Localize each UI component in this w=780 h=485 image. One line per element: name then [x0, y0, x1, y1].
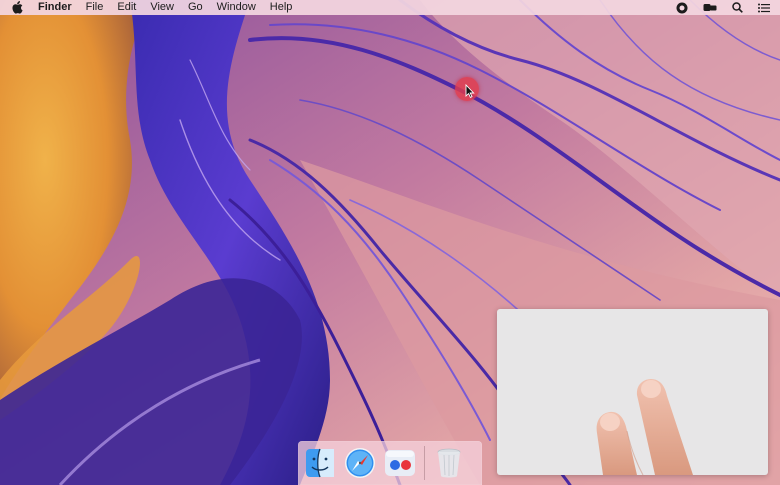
dock-trash[interactable]: [433, 447, 465, 479]
display-mirror-icon[interactable]: [703, 3, 717, 13]
menu-help[interactable]: Help: [270, 0, 293, 15]
menu-file[interactable]: File: [86, 0, 104, 15]
dock: [298, 441, 482, 485]
trash-icon: [437, 448, 461, 478]
menu-view[interactable]: View: [150, 0, 174, 15]
menu-go[interactable]: Go: [188, 0, 203, 15]
menu-finder[interactable]: Finder: [38, 0, 72, 15]
dock-divider: [424, 446, 425, 480]
dock-safari[interactable]: [344, 447, 376, 479]
finder-icon: [306, 448, 334, 478]
menu-edit[interactable]: Edit: [117, 0, 136, 15]
screen-recording-icon[interactable]: [676, 2, 688, 14]
safari-icon: [345, 448, 375, 478]
menu-window[interactable]: Window: [217, 0, 256, 15]
dots-app-icon: [385, 450, 415, 476]
dock-finder[interactable]: [304, 447, 336, 479]
apple-logo-icon[interactable]: [11, 1, 25, 15]
mouse-pointer-icon: [465, 84, 475, 98]
menu-extras: [676, 0, 770, 15]
trackpad-gesture-overlay: [497, 309, 768, 475]
menu-list-icon[interactable]: [758, 3, 770, 13]
search-icon[interactable]: [732, 2, 743, 13]
menu-bar: Finder File Edit View Go Window Help: [0, 0, 780, 15]
dock-camera-sharing[interactable]: [384, 447, 416, 479]
trackpad-gesture-icon: [596, 379, 693, 475]
